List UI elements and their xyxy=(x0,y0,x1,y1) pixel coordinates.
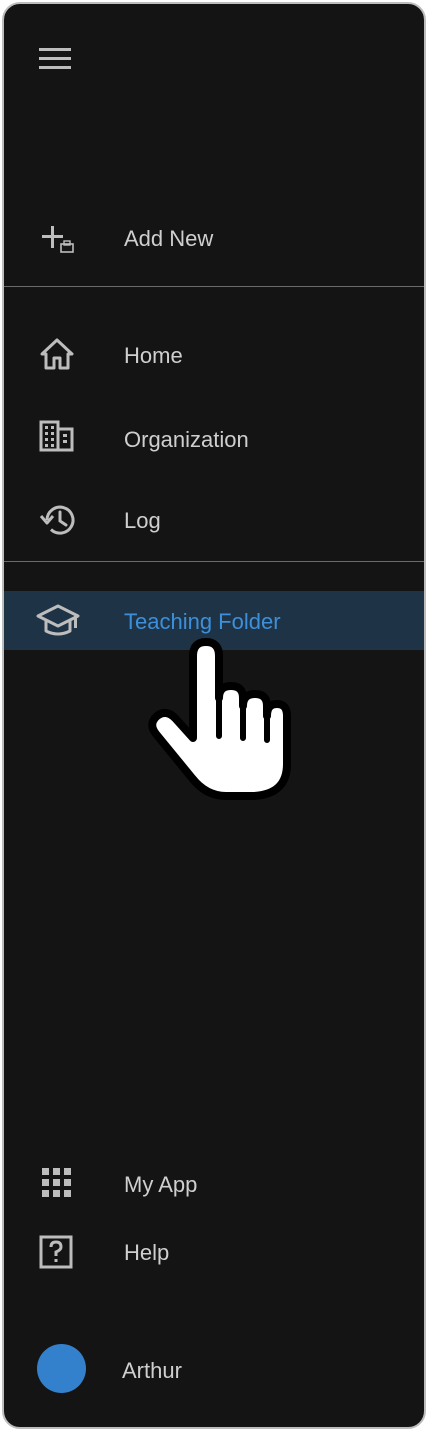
nav-label-log: Log xyxy=(124,508,161,533)
nav-item-home[interactable]: Home xyxy=(4,329,424,381)
apps-grid-icon xyxy=(42,1168,71,1197)
divider xyxy=(4,286,424,287)
nav-item-my-app[interactable]: My App xyxy=(4,1162,424,1208)
menu-icon[interactable] xyxy=(38,46,72,72)
nav-item-log[interactable]: Log xyxy=(4,494,424,546)
graduation-cap-icon xyxy=(36,604,80,636)
nav-item-add-new[interactable]: Add New xyxy=(4,214,424,264)
help-icon xyxy=(39,1235,73,1269)
building-icon xyxy=(39,420,74,452)
hand-pointer-icon xyxy=(148,638,291,800)
nav-label-teaching-folder: Teaching Folder xyxy=(124,609,281,634)
divider xyxy=(4,561,424,562)
add-icon xyxy=(42,226,74,253)
user-profile[interactable]: Arthur xyxy=(4,1340,424,1398)
nav-label-add-new: Add New xyxy=(124,226,214,251)
nav-item-help[interactable]: Help xyxy=(4,1228,424,1278)
history-icon xyxy=(39,505,75,535)
home-icon xyxy=(40,338,74,370)
nav-label-organization: Organization xyxy=(124,427,249,452)
user-name: Arthur xyxy=(122,1358,182,1383)
avatar xyxy=(37,1344,86,1393)
side-navigation-drawer: Add New Home Organization Log Teaching F… xyxy=(2,2,426,1429)
nav-item-organization[interactable]: Organization xyxy=(4,412,424,464)
nav-label-my-app: My App xyxy=(124,1172,198,1197)
nav-label-home: Home xyxy=(124,343,183,368)
nav-label-help: Help xyxy=(124,1240,170,1265)
